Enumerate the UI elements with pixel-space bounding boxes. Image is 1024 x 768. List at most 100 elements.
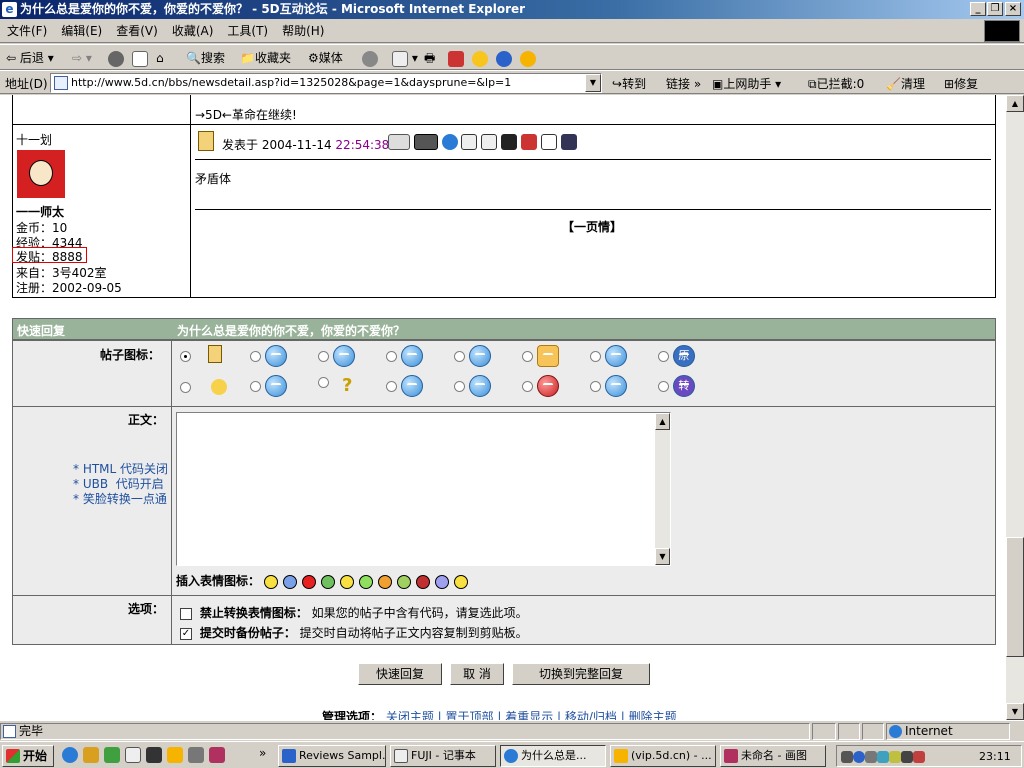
- textarea-scroll-down[interactable]: ▼: [655, 548, 670, 565]
- qq-button[interactable]: [448, 48, 464, 68]
- media-icon[interactable]: [146, 747, 162, 763]
- emote-mad-icon[interactable]: [415, 574, 430, 589]
- folder-icon[interactable]: [83, 747, 99, 763]
- task-paint[interactable]: 未命名 - 画图: [720, 745, 826, 767]
- icon-option[interactable]: [522, 375, 559, 397]
- media-button[interactable]: ⚙媒体: [308, 48, 343, 68]
- note-smiley-link[interactable]: * 笑脸转换一点通: [73, 490, 167, 507]
- icon-option[interactable]: [386, 375, 423, 397]
- smiley-button[interactable]: [520, 48, 536, 68]
- emote-sick-icon[interactable]: [396, 574, 411, 589]
- top-icon[interactable]: [501, 134, 518, 150]
- cancel-button[interactable]: 取 消: [450, 663, 504, 685]
- emote-cool-icon[interactable]: [377, 574, 392, 589]
- icon-option[interactable]: [180, 379, 227, 395]
- icon-option[interactable]: [454, 375, 491, 397]
- icon-option[interactable]: 转: [658, 375, 695, 397]
- task-notepad[interactable]: FUJI - 记事本: [390, 745, 496, 767]
- address-input[interactable]: http://www.5d.cn/bbs/newsdetail.asp?id=1…: [50, 73, 602, 93]
- messenger-button[interactable]: [496, 48, 512, 68]
- volume-icon[interactable]: [841, 750, 853, 763]
- menu-tools[interactable]: 工具(T): [220, 19, 275, 43]
- menu-view[interactable]: 查看(V): [109, 19, 165, 43]
- tray-icon[interactable]: [877, 750, 889, 763]
- paint-icon[interactable]: [209, 747, 225, 763]
- favorites-button[interactable]: 📁收藏夹: [240, 48, 291, 68]
- tray-icon[interactable]: [913, 750, 925, 763]
- helper-button[interactable]: ▣上网助手 ▾: [712, 75, 781, 92]
- backup-post-checkbox[interactable]: ✓: [180, 627, 192, 640]
- task-ie-active[interactable]: 为什么总是...: [500, 745, 606, 767]
- ie-quicklaunch-icon[interactable]: [62, 747, 78, 763]
- address-dropdown-button[interactable]: ▼: [585, 74, 601, 92]
- notepad-icon[interactable]: [125, 747, 141, 763]
- icon-option[interactable]: [590, 345, 627, 367]
- back-button[interactable]: ⇦ 后退 ▾: [6, 48, 54, 68]
- menu-favorites[interactable]: 收藏(A): [165, 19, 221, 43]
- stop-button[interactable]: [108, 48, 124, 68]
- close-button[interactable]: ×: [1005, 2, 1021, 16]
- print-button[interactable]: 🖶: [424, 48, 435, 68]
- mail-button[interactable]: ▾: [392, 48, 418, 68]
- qq-icon[interactable]: [167, 747, 183, 763]
- network-icon[interactable]: [853, 750, 865, 763]
- homepage-icon[interactable]: [441, 134, 458, 150]
- textarea-scrollbar[interactable]: ▲ ▼: [655, 413, 670, 565]
- icon-option[interactable]: [318, 345, 355, 367]
- icon-option[interactable]: [386, 345, 423, 367]
- emote-laugh-icon[interactable]: [358, 574, 373, 589]
- full-reply-button[interactable]: 切换到完整回复: [512, 663, 650, 685]
- textarea-scroll-up[interactable]: ▲: [655, 413, 670, 430]
- icon-option[interactable]: [522, 345, 559, 367]
- quick-reply-button[interactable]: 快速回复: [358, 663, 442, 685]
- emote-grin-icon[interactable]: [320, 574, 335, 589]
- emote-angry-icon[interactable]: [301, 574, 316, 589]
- go-button[interactable]: ↪转到: [612, 75, 646, 92]
- menu-edit[interactable]: 编辑(E): [54, 19, 109, 43]
- emote-sad-icon[interactable]: [282, 574, 297, 589]
- history-button[interactable]: [362, 48, 378, 68]
- task-reviews[interactable]: Reviews Sampl...: [278, 745, 386, 767]
- disable-smilies-checkbox[interactable]: [180, 607, 192, 620]
- page-scrollbar[interactable]: ▲ ▼: [1006, 95, 1024, 720]
- links-button[interactable]: 链接 »: [666, 75, 701, 92]
- body-textarea[interactable]: ▲ ▼: [176, 412, 671, 566]
- emote-wink-icon[interactable]: [339, 574, 354, 589]
- menu-file[interactable]: 文件(F): [0, 19, 54, 43]
- minimize-button[interactable]: _: [970, 2, 986, 16]
- camera-icon[interactable]: [188, 747, 204, 763]
- forward-button[interactable]: ⇨ ▾: [72, 48, 92, 68]
- maximize-button[interactable]: ❐: [987, 2, 1003, 16]
- icon-option[interactable]: [590, 375, 627, 397]
- repair-button[interactable]: ⊞修复: [944, 75, 978, 92]
- tray-icon[interactable]: [901, 750, 913, 763]
- edit-icon[interactable]: [461, 134, 478, 150]
- scroll-up-button[interactable]: ▲: [1006, 95, 1024, 112]
- blank-icon[interactable]: [540, 134, 557, 150]
- profile-icon[interactable]: [388, 134, 410, 150]
- refresh-button[interactable]: [132, 48, 148, 68]
- app-icon[interactable]: [104, 747, 120, 763]
- menu-help[interactable]: 帮助(H): [275, 19, 331, 43]
- ip-icon[interactable]: [560, 134, 577, 150]
- icon-option[interactable]: [250, 375, 287, 397]
- clean-button[interactable]: 🧹清理: [886, 75, 925, 92]
- icon-radio[interactable]: [180, 351, 191, 362]
- icon-option[interactable]: [454, 345, 491, 367]
- search-button[interactable]: 🔍搜索: [186, 48, 225, 68]
- home-button[interactable]: ⌂: [156, 48, 164, 68]
- icon-option[interactable]: [250, 345, 287, 367]
- icon-option[interactable]: ?: [318, 375, 352, 396]
- download-icon[interactable]: [520, 134, 537, 150]
- pm-icon[interactable]: [413, 134, 438, 150]
- start-button[interactable]: 开始: [2, 745, 54, 767]
- emote-smile-icon[interactable]: [263, 574, 278, 589]
- task-vip[interactable]: (vip.5d.cn) - ...: [610, 745, 716, 767]
- blocked-button[interactable]: ⧉已拦截:0: [808, 75, 864, 92]
- icon-option[interactable]: 原: [658, 345, 695, 367]
- crown-button[interactable]: [472, 48, 488, 68]
- emote-confused-icon[interactable]: [453, 574, 468, 589]
- emote-blue-icon[interactable]: [434, 574, 449, 589]
- tray-icon[interactable]: [865, 750, 877, 763]
- tray-icon[interactable]: [889, 750, 901, 763]
